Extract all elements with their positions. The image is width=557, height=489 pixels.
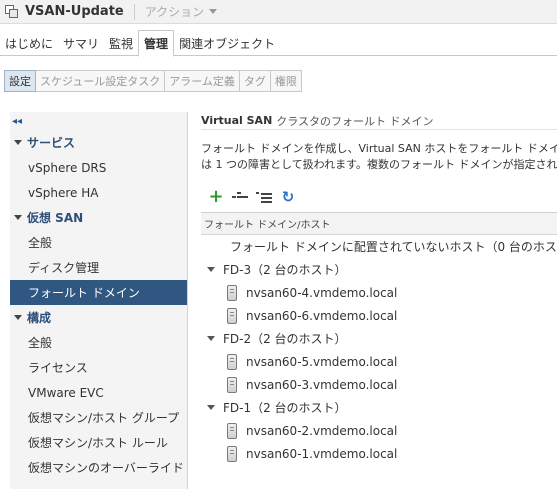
tab-monitor[interactable]: 監視 bbox=[104, 30, 138, 56]
host-server-icon bbox=[227, 353, 237, 370]
host-server-icon bbox=[227, 376, 237, 393]
section-title: Virtual SAN クラスタのフォールト ドメイン bbox=[201, 112, 557, 130]
sidebar-item-licensing[interactable]: ライセンス bbox=[10, 355, 187, 380]
actions-label: アクション bbox=[144, 5, 205, 19]
fault-domain-row[interactable]: FD-1（2 台のホスト） bbox=[201, 396, 557, 419]
move-hosts-into-domain-button[interactable] bbox=[231, 188, 249, 206]
move-into-domain-icon bbox=[232, 191, 248, 203]
plus-icon: + bbox=[208, 186, 224, 207]
expand-triangle-icon bbox=[14, 140, 22, 145]
subtab-settings[interactable]: 設定 bbox=[4, 70, 36, 92]
collapse-sidebar-icon[interactable]: ◂◂ bbox=[10, 112, 187, 130]
sidebar-item-vm-overrides[interactable]: 仮想マシンのオーバーライド bbox=[10, 455, 187, 480]
host-name: nvsan60-5.vmdemo.local bbox=[246, 354, 398, 369]
add-fault-domain-button[interactable]: + bbox=[207, 188, 225, 206]
unassigned-hosts-row[interactable]: フォールト ドメインに配置されていないホスト（0 台のホスト） bbox=[201, 235, 557, 258]
section-title-bold: Virtual SAN bbox=[201, 114, 273, 127]
sidebar-item-vm-host-groups[interactable]: 仮想マシン/ホスト グループ bbox=[10, 405, 187, 430]
title-divider bbox=[133, 3, 135, 20]
host-name: nvsan60-2.vmdemo.local bbox=[246, 423, 398, 438]
fault-domain-row[interactable]: FD-3（2 台のホスト） bbox=[201, 258, 557, 281]
sidebar-group-label: サービス bbox=[27, 136, 76, 150]
fault-domain-row[interactable]: FD-2（2 台のホスト） bbox=[201, 327, 557, 350]
description-text: フォールト ドメインを作成し、Virtual SAN ホストをフォールト ドメイ… bbox=[201, 141, 557, 173]
subtab-tags[interactable]: タグ bbox=[239, 70, 271, 92]
expand-triangle-icon[interactable] bbox=[207, 267, 215, 272]
host-row[interactable]: nvsan60-5.vmdemo.local bbox=[201, 350, 557, 373]
sidebar-item-vsan-general[interactable]: 全般 bbox=[10, 230, 187, 255]
refresh-button[interactable]: ↻ bbox=[279, 188, 297, 206]
fault-domains-panel: Virtual SAN クラスタのフォールト ドメイン フォールト ドメインを作… bbox=[201, 112, 557, 489]
chevron-down-icon bbox=[209, 9, 218, 14]
sidebar-item-vsphere-drs[interactable]: vSphere DRS bbox=[10, 155, 187, 180]
host-name: nvsan60-6.vmdemo.local bbox=[246, 308, 398, 323]
title-bar: VSAN-Update アクション bbox=[0, 0, 557, 24]
host-name: nvsan60-3.vmdemo.local bbox=[246, 377, 398, 392]
sidebar-group-virtual-san[interactable]: 仮想 SAN bbox=[10, 205, 187, 230]
host-row[interactable]: nvsan60-6.vmdemo.local bbox=[201, 304, 557, 327]
host-server-icon bbox=[227, 422, 237, 439]
expand-triangle-icon bbox=[14, 315, 22, 320]
sidebar-item-vm-host-rules[interactable]: 仮想マシン/ホスト ルール bbox=[10, 430, 187, 455]
expand-triangle-icon[interactable] bbox=[207, 405, 215, 410]
tab-manage[interactable]: 管理 bbox=[138, 30, 175, 57]
fault-domain-label: FD-1（2 台のホスト） bbox=[223, 401, 347, 415]
object-tabs: はじめに サマリ 監視 管理 関連オブジェクト bbox=[0, 30, 557, 57]
move-hosts-out-of-domain-button[interactable] bbox=[255, 188, 273, 206]
tab-summary[interactable]: サマリ bbox=[58, 30, 104, 56]
host-server-icon bbox=[227, 284, 237, 301]
sidebar-group-services[interactable]: サービス bbox=[10, 130, 187, 155]
fault-domain-toolbar: + ↻ bbox=[207, 188, 303, 207]
sidebar-group-label: 構成 bbox=[27, 311, 52, 325]
manage-subtabs: 設定 スケジュール設定タスク アラーム定義 タグ 権限 bbox=[4, 70, 302, 92]
sidebar-item-fault-domains[interactable]: フォールト ドメイン bbox=[10, 280, 187, 305]
column-header[interactable]: フォールト ドメイン/ホスト bbox=[201, 213, 557, 235]
fault-domain-label: FD-2（2 台のホスト） bbox=[223, 332, 347, 346]
host-server-icon bbox=[227, 307, 237, 324]
sidebar-item-vsphere-ha[interactable]: vSphere HA bbox=[10, 180, 187, 205]
host-row[interactable]: nvsan60-4.vmdemo.local bbox=[201, 281, 557, 304]
host-row[interactable]: nvsan60-2.vmdemo.local bbox=[201, 419, 557, 442]
tab-getting-started[interactable]: はじめに bbox=[0, 30, 58, 56]
host-row[interactable]: nvsan60-1.vmdemo.local bbox=[201, 442, 557, 465]
host-server-icon bbox=[227, 445, 237, 462]
subtab-permissions[interactable]: 権限 bbox=[270, 70, 302, 92]
move-out-of-domain-icon bbox=[256, 191, 272, 203]
cluster-icon bbox=[5, 4, 19, 19]
section-title-rest: クラスタのフォールト ドメイン bbox=[276, 114, 434, 128]
sidebar-item-disk-management[interactable]: ディスク管理 bbox=[10, 255, 187, 280]
actions-menu[interactable]: アクション bbox=[144, 3, 218, 20]
subtab-scheduled-tasks[interactable]: スケジュール設定タスク bbox=[36, 70, 166, 92]
subtab-alarm-definitions[interactable]: アラーム定義 bbox=[165, 70, 240, 92]
expand-triangle-icon[interactable] bbox=[207, 336, 215, 341]
sidebar-item-config-general[interactable]: 全般 bbox=[10, 330, 187, 355]
description-line: は 1 つの障害として扱われます。複数のフォールト ドメインが指定されて bbox=[201, 158, 557, 171]
host-row[interactable]: nvsan60-3.vmdemo.local bbox=[201, 373, 557, 396]
fault-domain-label: FD-3（2 台のホスト） bbox=[223, 263, 347, 277]
fault-domain-tree: フォールト ドメイン/ホスト フォールト ドメインに配置されていないホスト（0 … bbox=[201, 212, 557, 489]
host-name: nvsan60-4.vmdemo.local bbox=[246, 285, 398, 300]
sidebar-group-label: 仮想 SAN bbox=[27, 211, 84, 225]
sidebar-item-vmware-evc[interactable]: VMware EVC bbox=[10, 380, 187, 405]
description-line: フォールト ドメインを作成し、Virtual SAN ホストをフォールト ドメイ… bbox=[201, 142, 557, 155]
settings-sidebar: ◂◂ サービス vSphere DRS vSphere HA 仮想 SAN 全般… bbox=[10, 112, 188, 489]
object-title: VSAN-Update bbox=[25, 4, 124, 19]
tab-related-objects[interactable]: 関連オブジェクト bbox=[174, 30, 280, 56]
host-name: nvsan60-1.vmdemo.local bbox=[246, 446, 398, 461]
expand-triangle-icon bbox=[14, 215, 22, 220]
sidebar-group-configuration[interactable]: 構成 bbox=[10, 305, 187, 330]
refresh-icon: ↻ bbox=[281, 188, 295, 206]
